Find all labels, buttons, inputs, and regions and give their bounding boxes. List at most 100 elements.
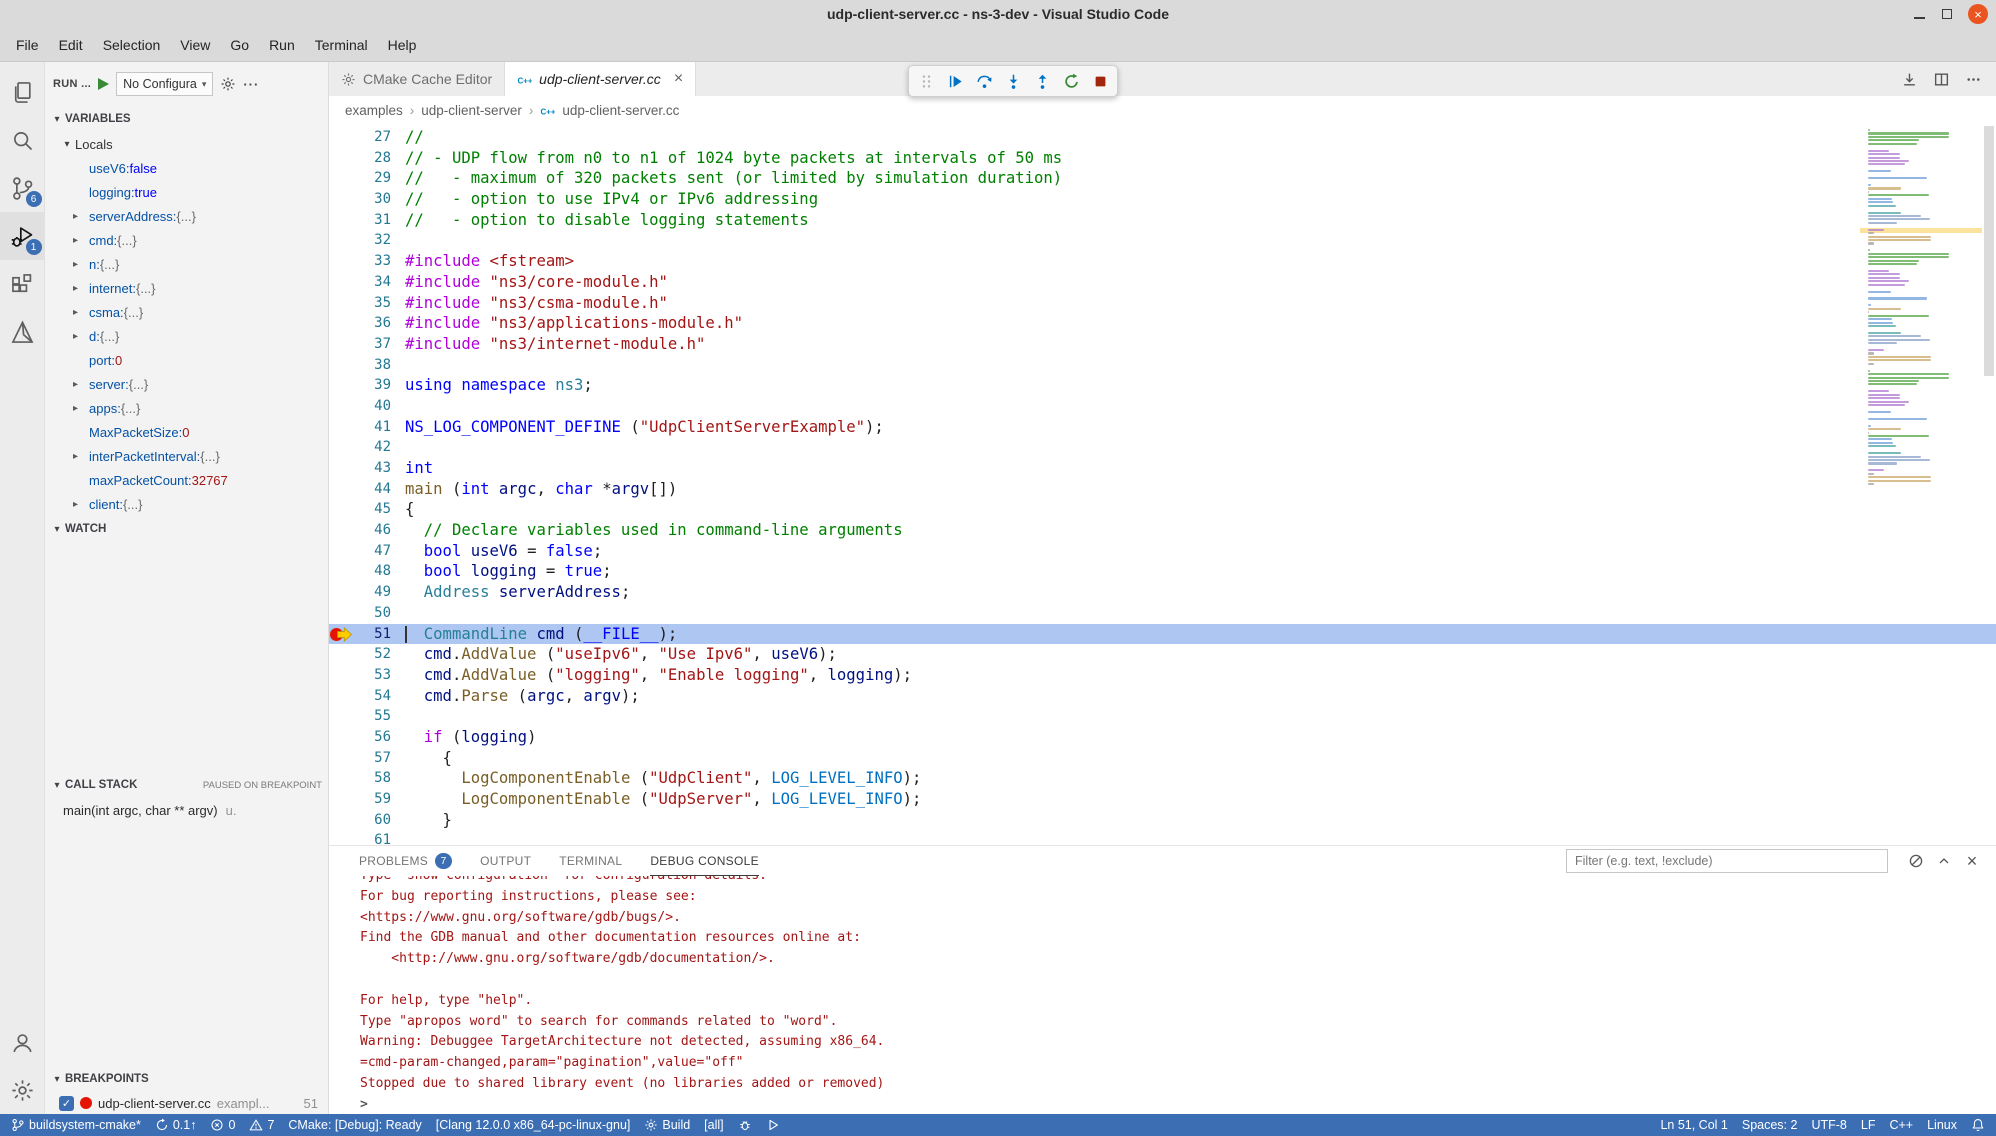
- status-cmake-launch[interactable]: [759, 1114, 787, 1136]
- variable-csma[interactable]: ▸csma: {...}: [45, 300, 328, 324]
- status-remote-os[interactable]: Linux: [1920, 1114, 1964, 1136]
- extensions-icon[interactable]: [0, 260, 45, 308]
- code-line-27[interactable]: 27//: [329, 127, 1996, 148]
- status-errors[interactable]: 0: [203, 1114, 242, 1136]
- more-actions-icon[interactable]: ···: [243, 77, 259, 92]
- variable-cmd[interactable]: ▸cmd: {...}: [45, 228, 328, 252]
- status-eol[interactable]: LF: [1854, 1114, 1883, 1136]
- start-debug-icon[interactable]: [98, 78, 109, 90]
- code-line-31[interactable]: 31// - option to disable logging stateme…: [329, 210, 1996, 231]
- clear-console-icon[interactable]: [1904, 853, 1928, 869]
- console-filter-input[interactable]: [1566, 849, 1888, 873]
- maximize-panel-icon[interactable]: [1932, 853, 1956, 869]
- code-line-51[interactable]: 51 CommandLine cmd (__FILE__);: [329, 624, 1996, 645]
- menu-run[interactable]: Run: [259, 28, 305, 61]
- code-line-43[interactable]: 43int: [329, 458, 1996, 479]
- editor-scrollbar[interactable]: [1984, 126, 1994, 376]
- code-line-41[interactable]: 41NS_LOG_COMPONENT_DEFINE ("UdpClientSer…: [329, 417, 1996, 438]
- code-line-33[interactable]: 33#include <fstream>: [329, 251, 1996, 272]
- breadcrumb-item[interactable]: udp-client-server: [421, 103, 522, 118]
- status-notifications[interactable]: [1964, 1114, 1992, 1136]
- close-button[interactable]: ×: [1968, 4, 1988, 24]
- step-over-button[interactable]: [971, 68, 997, 94]
- code-line-46[interactable]: 46 // Declare variables used in command-…: [329, 520, 1996, 541]
- status-git-sync[interactable]: 0.1↑: [148, 1114, 204, 1136]
- variable-logging[interactable]: logging: true: [45, 180, 328, 204]
- status-cmake-status[interactable]: CMake: [Debug]: Ready: [281, 1114, 428, 1136]
- debug-settings-gear-icon[interactable]: [220, 76, 236, 92]
- code-line-50[interactable]: 50: [329, 603, 1996, 624]
- drag-handle-icon[interactable]: [913, 68, 939, 94]
- variable-apps[interactable]: ▸apps: {...}: [45, 396, 328, 420]
- variable-port[interactable]: port: 0: [45, 348, 328, 372]
- code-line-28[interactable]: 28// - UDP flow from n0 to n1 of 1024 by…: [329, 148, 1996, 169]
- step-into-button[interactable]: [1000, 68, 1026, 94]
- menu-help[interactable]: Help: [378, 28, 427, 61]
- code-line-60[interactable]: 60 }: [329, 810, 1996, 831]
- code-line-44[interactable]: 44main (int argc, char *argv[]): [329, 479, 1996, 500]
- code-line-30[interactable]: 30// - option to use IPv4 or IPv6 addres…: [329, 189, 1996, 210]
- code-line-39[interactable]: 39using namespace ns3;: [329, 375, 1996, 396]
- code-line-42[interactable]: 42: [329, 437, 1996, 458]
- breakpoints-section-header[interactable]: ▾ BREAKPOINTS: [45, 1066, 328, 1092]
- code-line-40[interactable]: 40: [329, 396, 1996, 417]
- variable-serverAddress[interactable]: ▸serverAddress: {...}: [45, 204, 328, 228]
- panel-tab-terminal[interactable]: TERMINAL: [559, 846, 622, 876]
- stack-frame[interactable]: main(int argc, char ** argv) u.: [45, 798, 328, 822]
- panel-tab-output[interactable]: OUTPUT: [480, 846, 531, 876]
- manage-gear-icon[interactable]: [0, 1066, 45, 1114]
- panel-tab-problems[interactable]: PROBLEMS7: [359, 846, 452, 876]
- menu-selection[interactable]: Selection: [93, 28, 171, 61]
- status-cmake-target[interactable]: [all]: [697, 1114, 730, 1136]
- variable-interPacketInterval[interactable]: ▸interPacketInterval: {...}: [45, 444, 328, 468]
- code-line-37[interactable]: 37#include "ns3/internet-module.h": [329, 334, 1996, 355]
- code-line-56[interactable]: 56 if (logging): [329, 727, 1996, 748]
- code-line-58[interactable]: 58 LogComponentEnable ("UdpClient", LOG_…: [329, 768, 1996, 789]
- menu-file[interactable]: File: [6, 28, 49, 61]
- tab-cmake-cache-editor[interactable]: CMake Cache Editor: [329, 62, 505, 96]
- code-line-47[interactable]: 47 bool useV6 = false;: [329, 541, 1996, 562]
- code-line-29[interactable]: 29// - maximum of 320 packets sent (or l…: [329, 168, 1996, 189]
- breakpoint-checkbox[interactable]: ✓: [59, 1096, 74, 1111]
- account-icon[interactable]: [0, 1018, 45, 1066]
- code-line-45[interactable]: 45{: [329, 499, 1996, 520]
- watch-section-header[interactable]: ▾ WATCH: [45, 516, 328, 542]
- search-icon[interactable]: [0, 116, 45, 164]
- status-encoding[interactable]: UTF-8: [1804, 1114, 1853, 1136]
- call-stack-section-header[interactable]: ▾ CALL STACK PAUSED ON BREAKPOINT: [45, 772, 328, 798]
- more-actions-icon[interactable]: [1965, 71, 1982, 88]
- code-line-36[interactable]: 36#include "ns3/applications-module.h": [329, 313, 1996, 334]
- source-control-icon[interactable]: 6: [0, 164, 45, 212]
- maximize-button[interactable]: [1942, 9, 1952, 19]
- breadcrumb-item[interactable]: examples: [345, 103, 403, 118]
- code-line-59[interactable]: 59 LogComponentEnable ("UdpServer", LOG_…: [329, 789, 1996, 810]
- scope-locals[interactable]: ▾ Locals: [45, 132, 328, 156]
- console-prompt[interactable]: >: [360, 1095, 1996, 1114]
- status-cmake-kit[interactable]: [Clang 12.0.0 x86_64-pc-linux-gnu]: [429, 1114, 638, 1136]
- minimize-button[interactable]: [1912, 7, 1926, 21]
- code-line-34[interactable]: 34#include "ns3/core-module.h": [329, 272, 1996, 293]
- close-panel-icon[interactable]: ×: [1960, 852, 1984, 870]
- breadcrumb-item[interactable]: udp-client-server.cc: [562, 103, 679, 118]
- variable-internet[interactable]: ▸internet: {...}: [45, 276, 328, 300]
- code-line-57[interactable]: 57 {: [329, 748, 1996, 769]
- step-out-button[interactable]: [1029, 68, 1055, 94]
- code-line-55[interactable]: 55: [329, 706, 1996, 727]
- variable-d[interactable]: ▸d: {...}: [45, 324, 328, 348]
- status-cmake-debug[interactable]: [731, 1114, 759, 1136]
- variable-MaxPacketSize[interactable]: MaxPacketSize: 0: [45, 420, 328, 444]
- code-line-54[interactable]: 54 cmd.Parse (argc, argv);: [329, 686, 1996, 707]
- status-language-mode[interactable]: C++: [1882, 1114, 1920, 1136]
- code-line-52[interactable]: 52 cmd.AddValue ("useIpv6", "Use Ipv6", …: [329, 644, 1996, 665]
- tab-udp-client-server-cc[interactable]: C++udp-client-server.cc×: [505, 62, 696, 96]
- status-cursor-position[interactable]: Ln 51, Col 1: [1653, 1114, 1734, 1136]
- split-editor-icon[interactable]: [1933, 71, 1950, 88]
- code-line-53[interactable]: 53 cmd.AddValue ("logging", "Enable logg…: [329, 665, 1996, 686]
- continue-button[interactable]: [942, 68, 968, 94]
- code-line-61[interactable]: 61: [329, 830, 1996, 845]
- variable-n[interactable]: ▸n: {...}: [45, 252, 328, 276]
- variables-section-header[interactable]: ▾ VARIABLES: [45, 106, 328, 132]
- panel-tab-debug-console[interactable]: DEBUG CONSOLE: [650, 846, 759, 876]
- breadcrumb[interactable]: examples›udp-client-server›C++udp-client…: [329, 96, 1996, 124]
- minimap[interactable]: [1860, 124, 1982, 386]
